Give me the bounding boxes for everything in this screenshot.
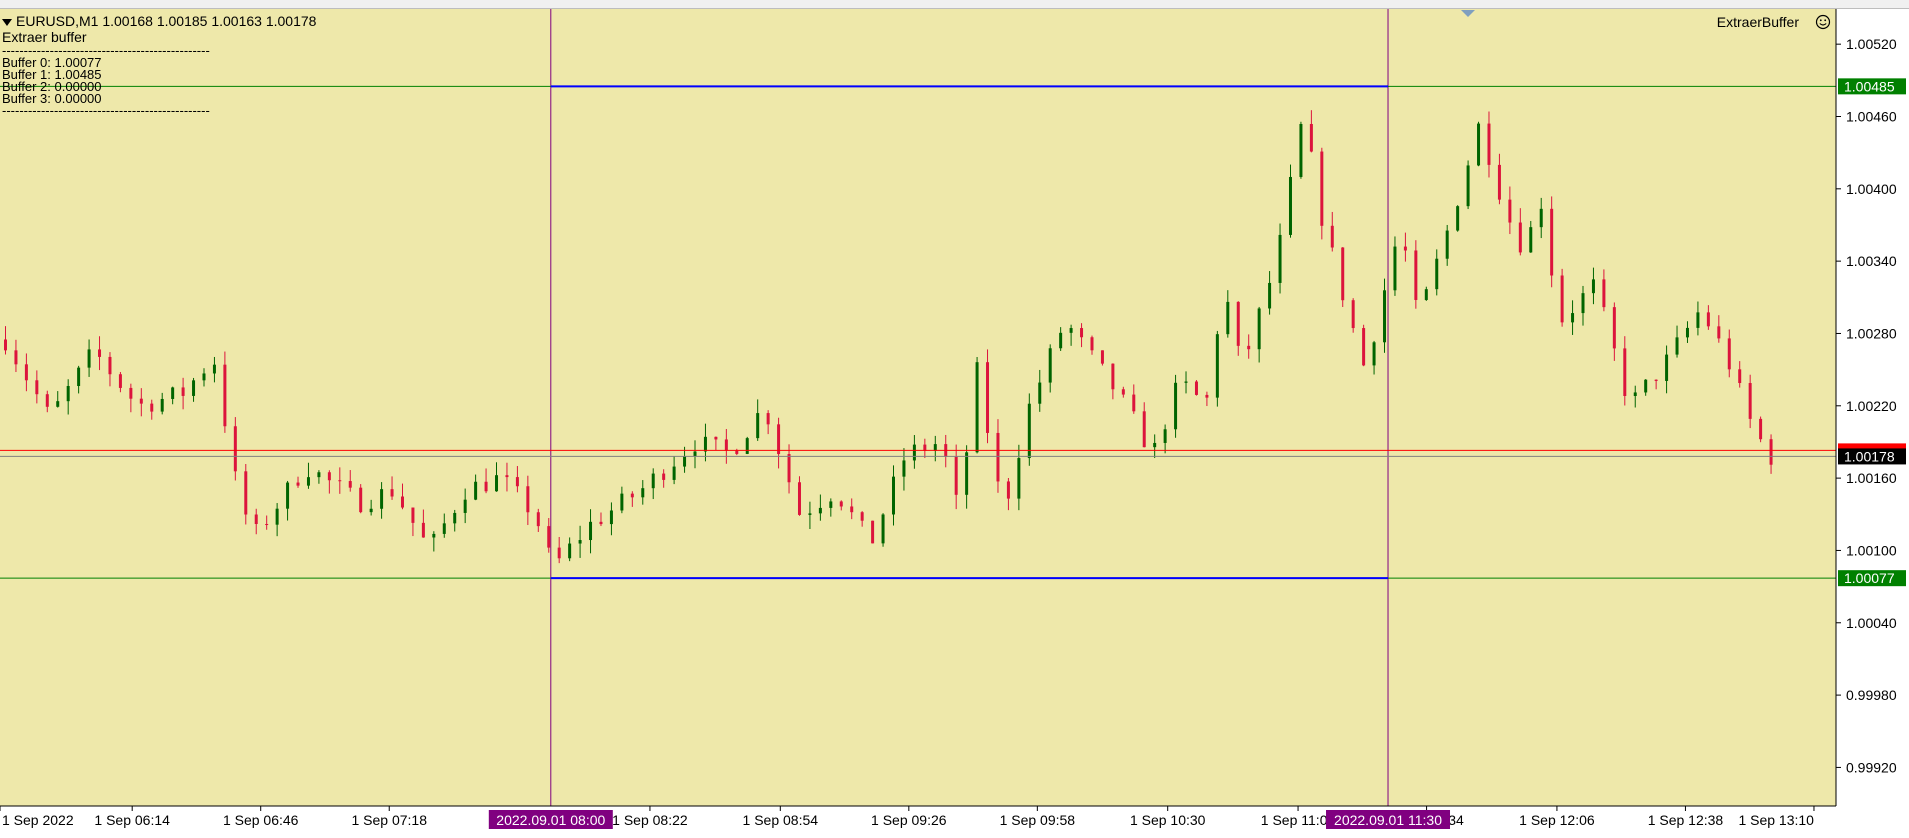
candle[interactable] — [1550, 196, 1554, 288]
candle[interactable] — [1341, 247, 1345, 308]
separator-bottom: ----------------------------------------… — [2, 103, 210, 118]
high-price-badge: 1.00485 — [1844, 78, 1895, 94]
candle[interactable] — [233, 417, 237, 481]
candle[interactable] — [1299, 121, 1303, 179]
time-tick-label: 1 Sep 06:46 — [223, 812, 299, 828]
smiley-icon[interactable] — [1815, 14, 1831, 30]
time-tick-label: 1 Sep 08:54 — [743, 812, 819, 828]
top-strip — [0, 0, 1909, 9]
candle[interactable] — [1194, 380, 1198, 396]
price-tick-label: 1.00460 — [1846, 108, 1897, 124]
price-tick-label: 1.00520 — [1846, 36, 1897, 52]
price-tick-label: 1.00160 — [1846, 470, 1897, 486]
candle[interactable] — [1466, 160, 1470, 210]
symbol-row[interactable]: EURUSD,M1 1.00168 1.00185 1.00163 1.0017… — [2, 13, 316, 29]
time-tick-label: 1 Sep 12:06 — [1519, 812, 1595, 828]
time-tick-label: 1 Sep 08:22 — [612, 812, 688, 828]
chart-header: EURUSD,M1 1.00168 1.00185 1.00163 1.0017… — [2, 13, 316, 117]
bid-price-badge: 1.00178 — [1844, 448, 1895, 464]
price-tick-label: 1.00340 — [1846, 253, 1897, 269]
price-tick-label: 1.00220 — [1846, 398, 1897, 414]
time-tick-label: 1 Sep 10:30 — [1130, 812, 1206, 828]
price-tick-label: 1.00040 — [1846, 615, 1897, 631]
candle[interactable] — [986, 349, 990, 444]
candle[interactable] — [1560, 268, 1564, 327]
price-chart[interactable]: 1.00520 1.00460 1.00400 1.00340 1.00280 1.002… — [0, 0, 1909, 838]
candle[interactable] — [1027, 393, 1031, 466]
low-price-badge: 1.00077 — [1844, 570, 1895, 586]
time-tick-label: 1 Sep 2022 — [2, 812, 74, 828]
collapse-triangle-icon[interactable] — [2, 18, 12, 26]
time-tick-label: 1 Sep 09:26 — [871, 812, 947, 828]
price-tick-label: 0.99920 — [1846, 759, 1897, 775]
price-tick-label: 1.00100 — [1846, 542, 1897, 558]
candle[interactable] — [881, 513, 885, 547]
symbol-line: EURUSD,M1 1.00168 1.00185 1.00163 1.0017… — [16, 13, 317, 29]
time-tick-label: 1 Sep 12:38 — [1648, 812, 1724, 828]
time-tick-label: 1 Sep 07:18 — [351, 812, 427, 828]
price-tick-label: 0.99980 — [1846, 687, 1897, 703]
candle[interactable] — [1100, 350, 1104, 366]
time-tick-label: 1 Sep 13:10 — [1738, 812, 1814, 828]
candle[interactable] — [871, 520, 875, 544]
range-start-time-badge: 2022.09.01 08:00 — [496, 812, 605, 828]
candle[interactable] — [1759, 416, 1763, 443]
candle[interactable] — [1174, 374, 1178, 438]
price-tick-label: 1.00280 — [1846, 325, 1897, 341]
time-tick-label: 1 Sep 11:02 — [1261, 812, 1336, 828]
candle[interactable] — [1215, 330, 1219, 407]
candle[interactable] — [745, 436, 749, 455]
time-tick-label: 1 Sep 09:58 — [1000, 812, 1076, 828]
chart-window[interactable]: 1.00520 1.00460 1.00400 1.00340 1.00280 1.002… — [0, 0, 1909, 838]
candle[interactable] — [975, 357, 979, 454]
candle[interactable] — [1320, 147, 1324, 240]
candle[interactable] — [1351, 298, 1355, 333]
price-tick-label: 1.00400 — [1846, 181, 1897, 197]
plot-background[interactable] — [0, 8, 1836, 806]
range-end-time-badge: 2022.09.01 11:30 — [1334, 812, 1442, 828]
time-tick-label: 1 Sep 06:14 — [94, 812, 170, 828]
candle[interactable] — [359, 484, 363, 514]
candle[interactable] — [1456, 205, 1460, 232]
candle[interactable] — [1477, 121, 1481, 167]
candle[interactable] — [1362, 324, 1366, 367]
indicator-label[interactable]: ExtraerBuffer — [1717, 14, 1799, 30]
